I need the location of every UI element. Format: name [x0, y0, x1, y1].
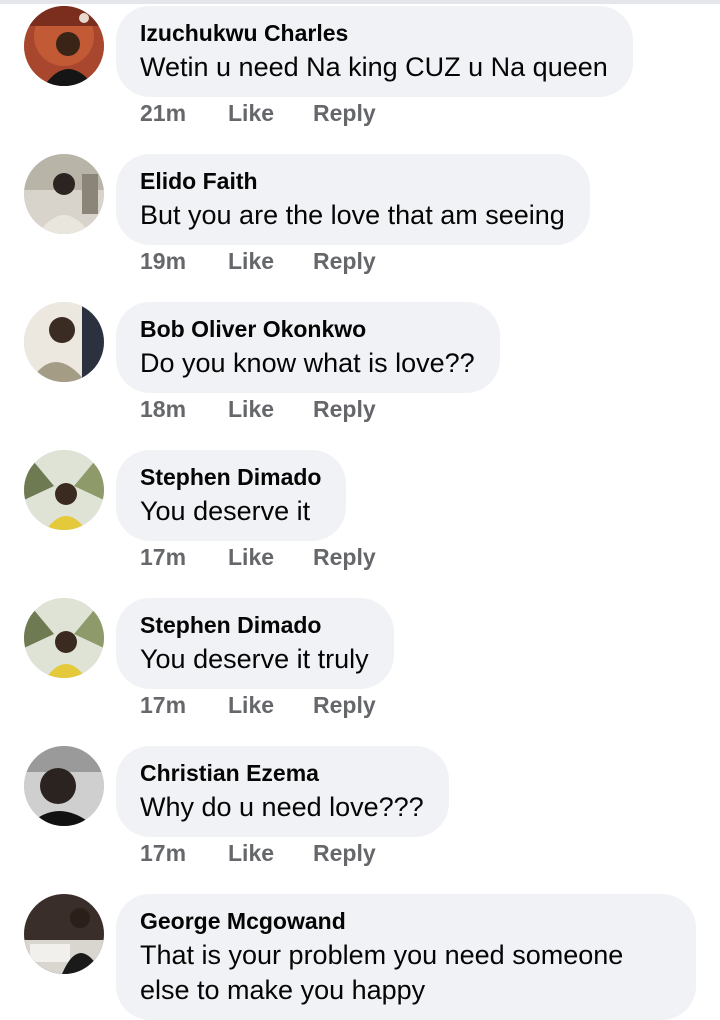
avatar[interactable] — [24, 154, 104, 234]
comment-timestamp[interactable]: 19m — [140, 246, 186, 276]
avatar[interactable] — [24, 6, 104, 86]
comment-text: You deserve it truly — [140, 644, 369, 674]
comment-author[interactable]: Stephen Dimado — [140, 463, 321, 491]
reply-button[interactable]: Reply — [313, 838, 376, 868]
comment-text: Do you know what is love?? — [140, 348, 475, 378]
comment-text: You deserve it — [140, 496, 311, 526]
comment-bubble: Izuchukwu Charles Wetin u need Na king C… — [116, 6, 633, 97]
like-button[interactable]: Like — [228, 690, 274, 720]
comment-timestamp[interactable]: 17m — [140, 838, 186, 868]
like-button[interactable]: Like — [228, 98, 274, 128]
comment-bubble: Stephen Dimado You deserve it — [116, 450, 347, 541]
reply-button[interactable]: Reply — [313, 394, 376, 424]
top-divider — [0, 0, 720, 4]
avatar[interactable] — [24, 746, 104, 826]
comment-author[interactable]: Christian Ezema — [140, 759, 424, 787]
comment-timestamp[interactable]: 18m — [140, 394, 186, 424]
comment-author[interactable]: Stephen Dimado — [140, 611, 369, 639]
avatar[interactable] — [24, 302, 104, 382]
comment-bubble: Bob Oliver Okonkwo Do you know what is l… — [116, 302, 500, 393]
comment-bubble: Stephen Dimado You deserve it truly — [116, 598, 394, 689]
comment-timestamp[interactable]: 17m — [140, 690, 186, 720]
like-button[interactable]: Like — [228, 542, 274, 572]
reply-button[interactable]: Reply — [313, 542, 376, 572]
reply-button[interactable]: Reply — [313, 690, 376, 720]
comment-text: Why do u need love??? — [140, 792, 424, 822]
like-button[interactable]: Like — [228, 246, 274, 276]
avatar[interactable] — [24, 894, 104, 974]
avatar[interactable] — [24, 598, 104, 678]
comment-text: That is your problem you need someone el… — [140, 940, 624, 1005]
comment-bubble: Elido Faith But you are the love that am… — [116, 154, 590, 245]
comment-author[interactable]: Elido Faith — [140, 167, 565, 195]
comment-bubble: George Mcgowand That is your problem you… — [116, 894, 696, 1020]
like-button[interactable]: Like — [228, 394, 274, 424]
avatar[interactable] — [24, 450, 104, 530]
comment-bubble: Christian Ezema Why do u need love??? — [116, 746, 449, 837]
reply-button[interactable]: Reply — [313, 98, 376, 128]
like-button[interactable]: Like — [228, 838, 274, 868]
comment-timestamp[interactable]: 21m — [140, 98, 186, 128]
reply-button[interactable]: Reply — [313, 246, 376, 276]
comment-text: But you are the love that am seeing — [140, 200, 565, 230]
comment-timestamp[interactable]: 17m — [140, 542, 186, 572]
comment-text: Wetin u need Na king CUZ u Na queen — [140, 52, 608, 82]
comment-author[interactable]: Izuchukwu Charles — [140, 19, 608, 47]
comment-author[interactable]: George Mcgowand — [140, 907, 671, 935]
comment-author[interactable]: Bob Oliver Okonkwo — [140, 315, 475, 343]
